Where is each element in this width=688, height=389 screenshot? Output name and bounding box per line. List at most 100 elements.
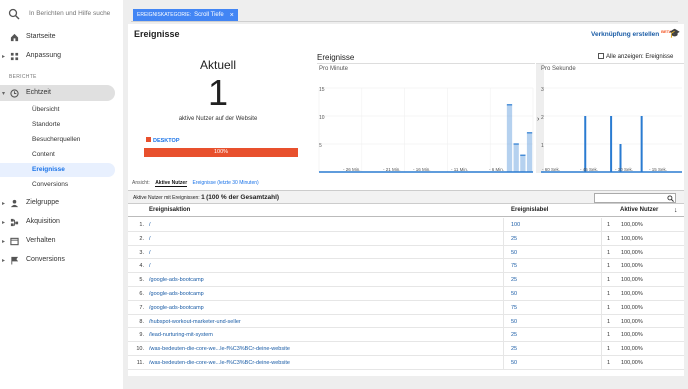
row-number: 2. <box>139 235 144 242</box>
table-search-input[interactable] <box>594 193 676 203</box>
filter-underline <box>131 21 678 22</box>
event-label-link[interactable]: 25 <box>511 236 517 242</box>
x-tick-label: - 26 Min. <box>343 167 361 172</box>
column-divider <box>503 328 504 342</box>
column-divider <box>601 273 602 287</box>
chevron-right-icon: ▸ <box>2 201 6 207</box>
bar <box>513 144 519 172</box>
sidebar-item-besucherquellen[interactable]: Besucherquellen <box>0 133 115 147</box>
sidebar-item-conversions-sub[interactable]: Conversions <box>0 178 115 192</box>
grid-icon <box>10 52 19 61</box>
y-tick-label: 15 <box>319 87 325 93</box>
event-action-link[interactable]: / <box>149 263 151 269</box>
event-action-link[interactable]: / <box>149 250 151 256</box>
sidebar-item-verhalten[interactable]: ▸ Verhalten <box>0 233 123 249</box>
chevron-right-icon: ▸ <box>2 54 6 60</box>
chevron-down-icon: ▾ <box>2 91 6 97</box>
person-icon <box>10 199 19 208</box>
col-users-header[interactable]: Aktive Nutzer <box>620 207 658 213</box>
sidebar-item-zielgruppe[interactable]: ▸ Zielgruppe <box>0 195 123 211</box>
column-divider <box>503 273 504 287</box>
tab-active-users[interactable]: Aktive Nutzer <box>155 180 188 187</box>
active-users-caption: aktive Nutzer auf der Website <box>178 116 258 122</box>
row-number: 10. <box>136 346 144 353</box>
close-icon[interactable]: × <box>230 12 234 19</box>
active-users-value: 1 <box>607 277 611 284</box>
per-second-svg: 3 2 1 - 60 Sek. - 45 Sek. - 30 Sek. - 15 Sek. <box>541 87 682 173</box>
col-action-header[interactable]: Ereignisaktion <box>149 207 190 213</box>
active-users-value: 1 <box>607 346 611 353</box>
sidebar: In Berichten und Hilfe suche Startseite … <box>0 0 123 389</box>
event-label-link[interactable]: 50 <box>511 250 517 256</box>
column-divider <box>601 300 602 314</box>
table-summary: Aktive Nutzer mit Ereignissen: 1 (100 % … <box>128 190 684 204</box>
event-label-link[interactable]: 75 <box>511 305 517 311</box>
sidebar-item-ereignisse[interactable]: Ereignisse <box>0 163 115 177</box>
active-users-percent: 100,00% <box>621 222 643 228</box>
per-minute-svg: 15 10 5 - 26 Min. - 21 Min. - 16 Min. - 11 Min… <box>318 87 534 173</box>
sidebar-item-akquisition[interactable]: ▸ Akquisition <box>0 214 123 230</box>
graduation-cap-icon[interactable]: 🎓 <box>669 28 680 39</box>
search-icon <box>8 8 20 20</box>
sidebar-item-startseite[interactable]: Startseite <box>0 29 123 45</box>
event-label-link[interactable]: 100 <box>511 222 520 228</box>
col-label-header[interactable]: Ereignislabel <box>511 207 548 213</box>
chevron-right-icon: ▸ <box>2 258 6 264</box>
event-action-link[interactable]: /google-ads-bootcamp <box>149 277 204 283</box>
column-divider <box>601 231 602 245</box>
active-users-count: 1 <box>207 72 229 113</box>
events-heading: Ereignisse <box>317 53 355 62</box>
active-users-percent: 100,00% <box>621 304 643 311</box>
active-users-value: 1 <box>607 332 611 339</box>
search-input[interactable]: In Berichten und Hilfe suche <box>29 10 110 17</box>
sidebar-item-content[interactable]: Content <box>0 148 115 162</box>
event-label-link[interactable]: 75 <box>511 263 517 269</box>
event-label-link[interactable]: 50 <box>511 319 517 325</box>
sidebar-item-conversions[interactable]: ▸ Conversions <box>0 252 123 268</box>
sort-arrow-icon[interactable]: ↓ <box>674 207 678 214</box>
event-label-link[interactable]: 25 <box>511 277 517 283</box>
bar <box>610 116 613 172</box>
sidebar-item-uebersicht[interactable]: Übersicht <box>0 103 115 117</box>
view-tabs: Ansicht: Aktive Nutzer Ereignisse (letzt… <box>132 180 259 187</box>
event-action-link[interactable]: / <box>149 236 151 242</box>
column-divider <box>601 259 602 273</box>
event-label-link[interactable]: 50 <box>511 360 517 366</box>
search-box[interactable]: In Berichten und Hilfe suche <box>0 0 123 28</box>
event-action-link[interactable]: /was-bedeuten-die-core-we...le-f%C3%BCr-… <box>149 346 290 352</box>
event-action-link[interactable]: /google-ads-bootcamp <box>149 291 204 297</box>
sidebar-item-anpassung[interactable]: ▸ Anpassung <box>0 48 123 64</box>
search-icon[interactable] <box>667 195 674 202</box>
sidebar-item-standorte[interactable]: Standorte <box>0 118 115 132</box>
row-number: 4. <box>139 263 144 270</box>
table-row: 6. /google-ads-bootcamp 50 1 100,00% <box>128 287 684 301</box>
column-divider <box>503 218 504 231</box>
table-row: 8. /hubspot-workout-marketer-und-seller 50… <box>128 314 684 329</box>
filter-chip[interactable]: EREIGNISKATEGORIE: Scroll Tiefe × <box>133 9 238 21</box>
event-action-link[interactable]: /lead-nurturing-mit-system <box>149 332 213 338</box>
row-number: 1. <box>139 222 144 228</box>
events-table: Aktive Nutzer mit Ereignissen: 1 (100 % … <box>128 190 684 376</box>
event-action-link[interactable]: /hubspot-workout-marketer-und-seller <box>149 319 241 325</box>
event-label-link[interactable]: 25 <box>511 346 517 352</box>
event-label-link[interactable]: 50 <box>511 291 517 297</box>
column-divider <box>601 356 602 369</box>
event-action-link[interactable]: /google-ads-bootcamp <box>149 305 204 311</box>
sidebar-item-echtzeit[interactable]: ▾ Echtzeit <box>0 85 115 101</box>
column-divider <box>503 314 504 328</box>
create-shortcut-link[interactable]: Verknüpfung erstellen BETA <box>591 29 672 38</box>
show-all-checkbox[interactable]: Alle anzeigen: Ereignisse <box>598 53 673 60</box>
event-label-link[interactable]: 25 <box>511 332 517 338</box>
x-tick-label: - 30 Sek. <box>615 167 633 172</box>
event-action-link[interactable]: /was-bedeuten-die-core-we...le-f%C3%BCr-… <box>149 360 290 366</box>
chart-per-second: Pro Sekunde 321- 60 Sek. - 45 Sek. - 30 Se… <box>539 63 684 173</box>
tab-events-30min[interactable]: Ereignisse (letzte 30 Minuten) <box>193 180 259 186</box>
event-action-link[interactable]: / <box>149 222 151 228</box>
active-users-percent: 100,00% <box>621 332 643 339</box>
home-icon <box>10 33 19 42</box>
section-berichte: BERICHTE <box>9 74 37 80</box>
table-row: 10. /was-bedeuten-die-core-we...le-f%C3%B… <box>128 342 684 356</box>
checkbox-icon[interactable] <box>598 53 604 59</box>
row-number: 9. <box>139 332 144 339</box>
active-users-value: 1 <box>607 318 611 325</box>
